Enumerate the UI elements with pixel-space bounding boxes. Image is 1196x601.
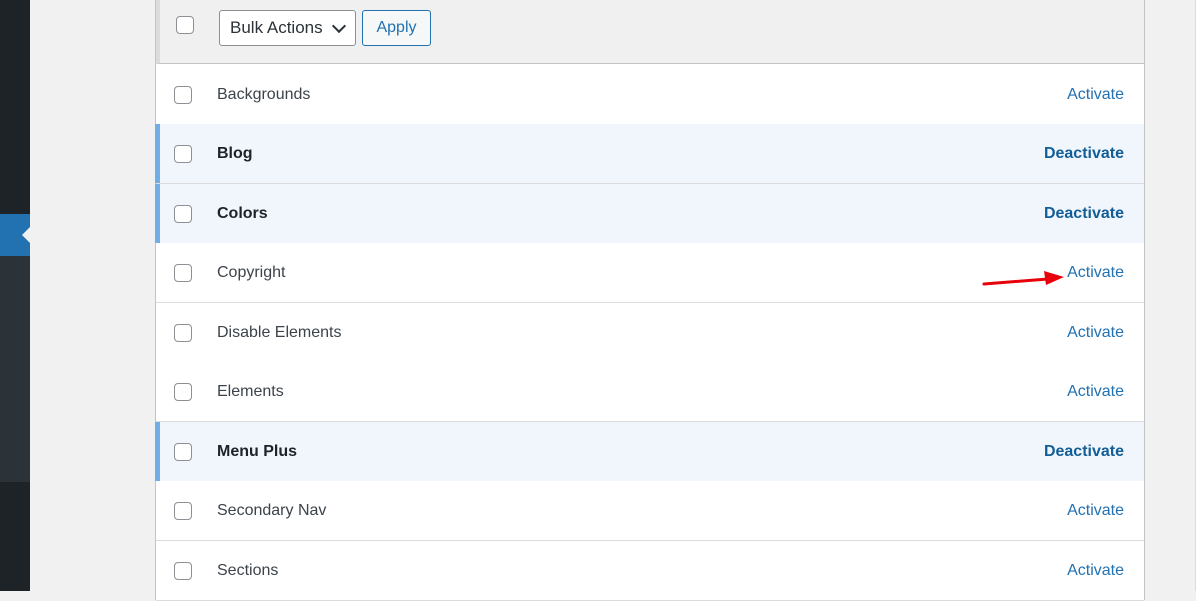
module-name: Elements <box>217 383 284 400</box>
annotation-arrow-icon <box>982 271 1064 286</box>
admin-submenu <box>0 256 30 482</box>
module-name: Secondary Nav <box>217 502 327 519</box>
current-menu-item[interactable] <box>0 214 30 256</box>
row-checkbox[interactable] <box>174 264 192 282</box>
module-action-link[interactable]: Deactivate <box>1044 124 1124 184</box>
module-name: Colors <box>217 205 268 222</box>
module-action-link[interactable]: Activate <box>1067 481 1124 541</box>
table-row: Backgrounds Activate <box>156 65 1144 125</box>
table-row: Sections Activate <box>156 541 1144 601</box>
modules-table: Bulk Actions Apply Backgrounds Activate … <box>155 0 1145 601</box>
bulk-actions-select[interactable]: Bulk Actions <box>219 10 356 46</box>
row-checkbox[interactable] <box>174 145 192 163</box>
row-checkbox[interactable] <box>174 383 192 401</box>
select-all-checkbox[interactable] <box>176 16 194 34</box>
module-action-link[interactable]: Deactivate <box>1044 422 1124 482</box>
table-row: Elements Activate <box>156 362 1144 422</box>
bulk-actions-bar: Bulk Actions Apply <box>156 0 1144 64</box>
module-name: Sections <box>217 562 279 579</box>
menu-pointer-icon <box>22 227 30 243</box>
module-name: Menu Plus <box>217 443 298 460</box>
module-name: Backgrounds <box>217 86 311 103</box>
admin-sidebar <box>0 0 30 591</box>
module-name: Disable Elements <box>217 324 342 341</box>
row-checkbox[interactable] <box>174 562 192 580</box>
module-action-link[interactable]: Activate <box>1067 362 1124 422</box>
module-action-link[interactable]: Activate <box>1067 243 1124 303</box>
module-action-link[interactable]: Activate <box>1067 541 1124 601</box>
apply-button[interactable]: Apply <box>362 10 431 46</box>
row-checkbox[interactable] <box>174 205 192 223</box>
row-checkbox[interactable] <box>174 502 192 520</box>
table-row: Blog Deactivate <box>155 124 1144 184</box>
module-name: Blog <box>217 145 253 162</box>
row-checkbox[interactable] <box>174 324 192 342</box>
row-checkbox[interactable] <box>174 443 192 461</box>
table-row: Disable Elements Activate <box>156 303 1144 363</box>
bulk-actions-value: Bulk Actions <box>230 18 323 37</box>
module-action-link[interactable]: Deactivate <box>1044 184 1124 244</box>
table-row: Menu Plus Deactivate <box>155 422 1144 482</box>
module-action-link[interactable]: Activate <box>1067 65 1124 125</box>
module-action-link[interactable]: Activate <box>1067 303 1124 363</box>
chevron-down-icon <box>331 18 347 34</box>
table-row: Colors Deactivate <box>155 184 1144 244</box>
table-row: Secondary Nav Activate <box>156 481 1144 541</box>
module-name: Copyright <box>217 264 286 281</box>
row-checkbox[interactable] <box>174 86 192 104</box>
